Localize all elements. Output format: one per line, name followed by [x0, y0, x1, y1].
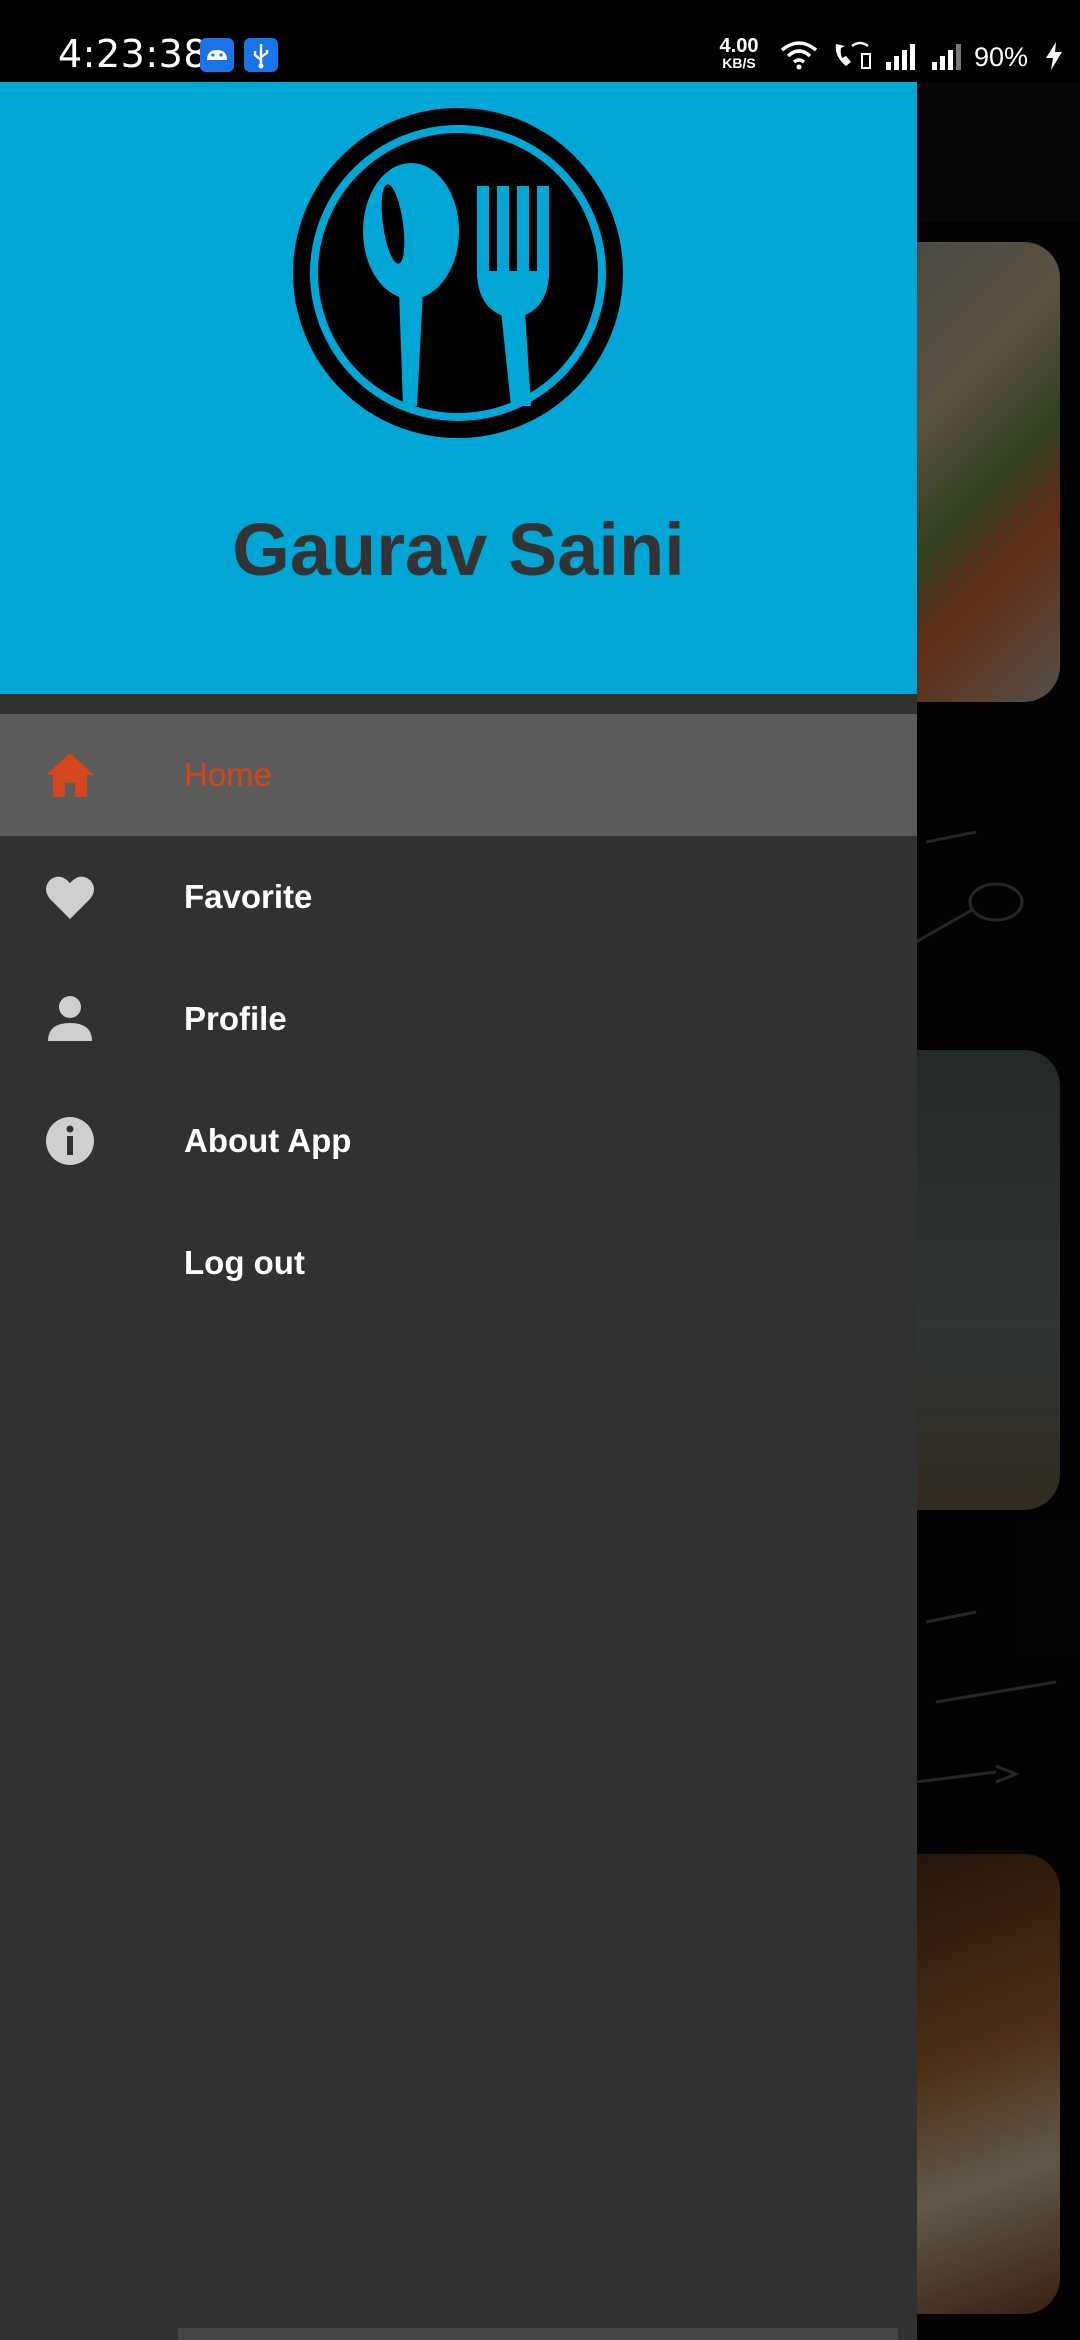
menu-label-profile: Profile — [184, 1000, 287, 1037]
battery-level: 90% — [973, 42, 1028, 72]
heart-icon — [46, 876, 94, 919]
drawer-menu: Home Favorite Profile About App Log out — [0, 714, 917, 1324]
wifi-icon — [780, 41, 818, 70]
menu-item-profile[interactable]: Profile — [0, 958, 917, 1080]
menu-item-about-app[interactable]: About App — [0, 1080, 917, 1202]
menu-label-about-app: About App — [184, 1122, 352, 1159]
info-icon — [46, 1117, 94, 1165]
usb-icon — [244, 38, 278, 72]
navigation-drawer: Gaurav Saini Home Favorite Profile About… — [0, 82, 917, 2340]
fork-spoon-logo — [293, 108, 623, 438]
menu-item-log-out[interactable]: Log out — [0, 1202, 917, 1324]
speed-value: 4.00 — [719, 35, 759, 57]
menu-item-favorite[interactable]: Favorite — [0, 836, 917, 958]
menu-label-favorite: Favorite — [184, 878, 313, 915]
status-time: 4:23:38 — [58, 32, 208, 76]
gesture-navigation-bar[interactable] — [178, 2328, 898, 2340]
home-icon — [46, 753, 94, 797]
signal-icon-2 — [932, 44, 961, 70]
menu-label-log-out: Log out — [184, 1244, 305, 1281]
status-indicators: 4.00 KB/S 90% — [640, 0, 1080, 82]
drawer-header: Gaurav Saini — [0, 82, 917, 694]
status-bar: 4:23:38 4.00 KB/S 90% — [0, 0, 1080, 82]
menu-label-home: Home — [184, 756, 273, 793]
person-icon — [48, 996, 92, 1041]
charging-icon — [1046, 42, 1062, 70]
menu-item-home[interactable]: Home — [0, 714, 917, 836]
android-icon — [200, 38, 234, 72]
signal-icon — [886, 44, 915, 70]
wifi-calling-icon — [835, 41, 871, 69]
speed-unit: KB/S — [722, 55, 756, 71]
network-speed: 4.00 KB/S — [710, 36, 768, 70]
user-name: Gaurav Saini — [232, 508, 685, 591]
